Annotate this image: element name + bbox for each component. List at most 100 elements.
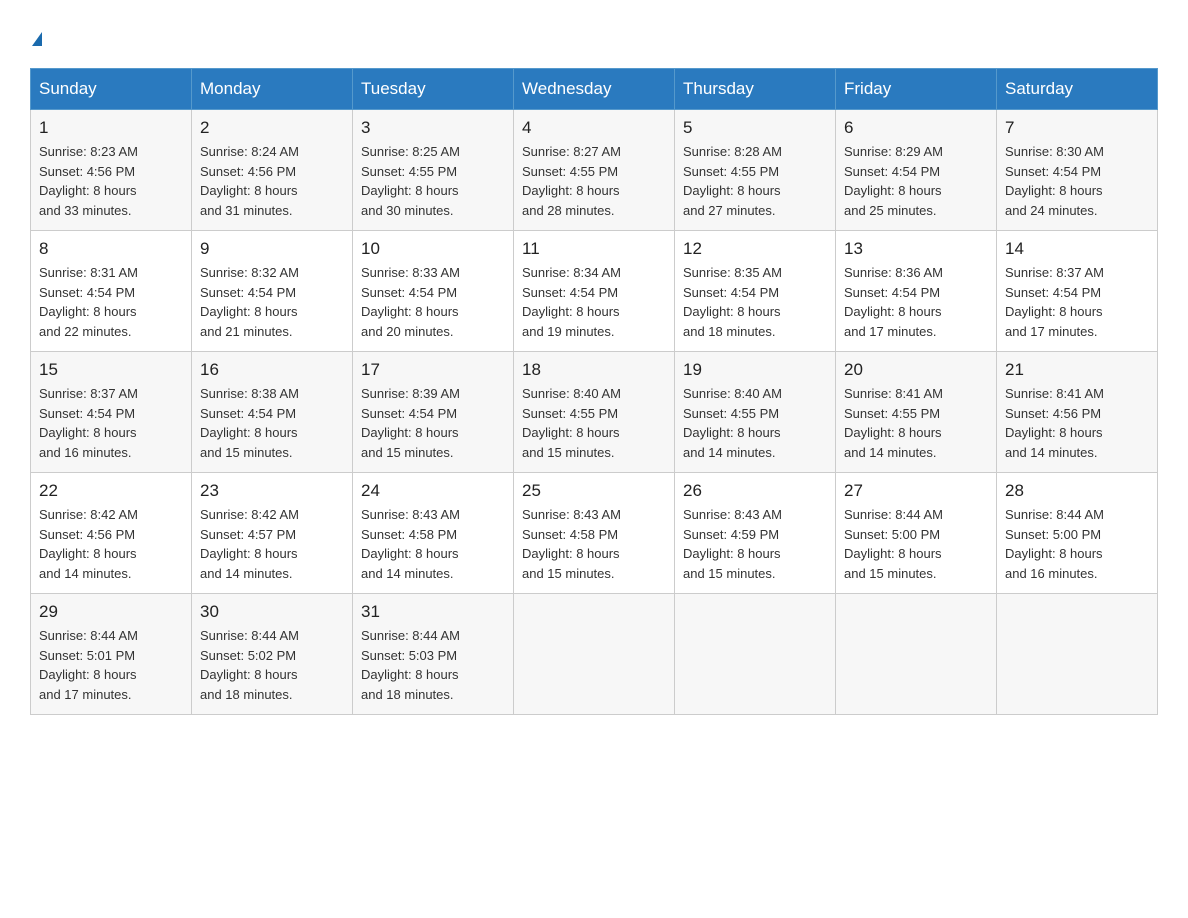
calendar-cell: 11 Sunrise: 8:34 AM Sunset: 4:54 PM Dayl…	[514, 231, 675, 352]
day-info: Sunrise: 8:33 AM Sunset: 4:54 PM Dayligh…	[361, 263, 505, 341]
day-info: Sunrise: 8:43 AM Sunset: 4:58 PM Dayligh…	[522, 505, 666, 583]
calendar-cell: 4 Sunrise: 8:27 AM Sunset: 4:55 PM Dayli…	[514, 110, 675, 231]
day-number: 28	[1005, 481, 1149, 501]
calendar-cell: 26 Sunrise: 8:43 AM Sunset: 4:59 PM Dayl…	[675, 473, 836, 594]
day-number: 13	[844, 239, 988, 259]
day-info: Sunrise: 8:40 AM Sunset: 4:55 PM Dayligh…	[683, 384, 827, 462]
day-info: Sunrise: 8:44 AM Sunset: 5:01 PM Dayligh…	[39, 626, 183, 704]
calendar-cell: 24 Sunrise: 8:43 AM Sunset: 4:58 PM Dayl…	[353, 473, 514, 594]
day-info: Sunrise: 8:43 AM Sunset: 4:58 PM Dayligh…	[361, 505, 505, 583]
day-info: Sunrise: 8:30 AM Sunset: 4:54 PM Dayligh…	[1005, 142, 1149, 220]
day-number: 10	[361, 239, 505, 259]
calendar-table: SundayMondayTuesdayWednesdayThursdayFrid…	[30, 68, 1158, 715]
day-number: 18	[522, 360, 666, 380]
day-number: 5	[683, 118, 827, 138]
calendar-cell: 9 Sunrise: 8:32 AM Sunset: 4:54 PM Dayli…	[192, 231, 353, 352]
logo	[30, 20, 42, 48]
day-number: 19	[683, 360, 827, 380]
day-number: 29	[39, 602, 183, 622]
calendar-cell: 13 Sunrise: 8:36 AM Sunset: 4:54 PM Dayl…	[836, 231, 997, 352]
calendar-cell	[514, 594, 675, 715]
calendar-cell: 3 Sunrise: 8:25 AM Sunset: 4:55 PM Dayli…	[353, 110, 514, 231]
calendar-cell: 1 Sunrise: 8:23 AM Sunset: 4:56 PM Dayli…	[31, 110, 192, 231]
week-row-3: 15 Sunrise: 8:37 AM Sunset: 4:54 PM Dayl…	[31, 352, 1158, 473]
day-info: Sunrise: 8:42 AM Sunset: 4:56 PM Dayligh…	[39, 505, 183, 583]
header-thursday: Thursday	[675, 69, 836, 110]
calendar-cell: 22 Sunrise: 8:42 AM Sunset: 4:56 PM Dayl…	[31, 473, 192, 594]
day-number: 23	[200, 481, 344, 501]
day-number: 21	[1005, 360, 1149, 380]
calendar-cell	[836, 594, 997, 715]
calendar-cell: 18 Sunrise: 8:40 AM Sunset: 4:55 PM Dayl…	[514, 352, 675, 473]
day-info: Sunrise: 8:37 AM Sunset: 4:54 PM Dayligh…	[1005, 263, 1149, 341]
header-sunday: Sunday	[31, 69, 192, 110]
day-info: Sunrise: 8:42 AM Sunset: 4:57 PM Dayligh…	[200, 505, 344, 583]
day-info: Sunrise: 8:44 AM Sunset: 5:00 PM Dayligh…	[1005, 505, 1149, 583]
day-info: Sunrise: 8:35 AM Sunset: 4:54 PM Dayligh…	[683, 263, 827, 341]
day-number: 11	[522, 239, 666, 259]
day-number: 25	[522, 481, 666, 501]
logo-top	[30, 20, 42, 48]
calendar-cell: 6 Sunrise: 8:29 AM Sunset: 4:54 PM Dayli…	[836, 110, 997, 231]
header-tuesday: Tuesday	[353, 69, 514, 110]
day-number: 9	[200, 239, 344, 259]
week-row-2: 8 Sunrise: 8:31 AM Sunset: 4:54 PM Dayli…	[31, 231, 1158, 352]
calendar-cell: 16 Sunrise: 8:38 AM Sunset: 4:54 PM Dayl…	[192, 352, 353, 473]
day-info: Sunrise: 8:44 AM Sunset: 5:02 PM Dayligh…	[200, 626, 344, 704]
day-number: 4	[522, 118, 666, 138]
header-wednesday: Wednesday	[514, 69, 675, 110]
day-number: 16	[200, 360, 344, 380]
day-info: Sunrise: 8:44 AM Sunset: 5:03 PM Dayligh…	[361, 626, 505, 704]
calendar-cell	[997, 594, 1158, 715]
week-row-1: 1 Sunrise: 8:23 AM Sunset: 4:56 PM Dayli…	[31, 110, 1158, 231]
day-number: 3	[361, 118, 505, 138]
calendar-cell: 19 Sunrise: 8:40 AM Sunset: 4:55 PM Dayl…	[675, 352, 836, 473]
day-info: Sunrise: 8:40 AM Sunset: 4:55 PM Dayligh…	[522, 384, 666, 462]
day-info: Sunrise: 8:29 AM Sunset: 4:54 PM Dayligh…	[844, 142, 988, 220]
calendar-cell: 25 Sunrise: 8:43 AM Sunset: 4:58 PM Dayl…	[514, 473, 675, 594]
day-number: 22	[39, 481, 183, 501]
calendar-cell: 28 Sunrise: 8:44 AM Sunset: 5:00 PM Dayl…	[997, 473, 1158, 594]
day-number: 26	[683, 481, 827, 501]
calendar-cell: 12 Sunrise: 8:35 AM Sunset: 4:54 PM Dayl…	[675, 231, 836, 352]
calendar-cell: 20 Sunrise: 8:41 AM Sunset: 4:55 PM Dayl…	[836, 352, 997, 473]
day-number: 15	[39, 360, 183, 380]
day-info: Sunrise: 8:34 AM Sunset: 4:54 PM Dayligh…	[522, 263, 666, 341]
day-number: 2	[200, 118, 344, 138]
calendar-cell: 2 Sunrise: 8:24 AM Sunset: 4:56 PM Dayli…	[192, 110, 353, 231]
week-row-5: 29 Sunrise: 8:44 AM Sunset: 5:01 PM Dayl…	[31, 594, 1158, 715]
day-number: 7	[1005, 118, 1149, 138]
week-row-4: 22 Sunrise: 8:42 AM Sunset: 4:56 PM Dayl…	[31, 473, 1158, 594]
day-info: Sunrise: 8:31 AM Sunset: 4:54 PM Dayligh…	[39, 263, 183, 341]
day-info: Sunrise: 8:41 AM Sunset: 4:55 PM Dayligh…	[844, 384, 988, 462]
day-info: Sunrise: 8:37 AM Sunset: 4:54 PM Dayligh…	[39, 384, 183, 462]
day-info: Sunrise: 8:44 AM Sunset: 5:00 PM Dayligh…	[844, 505, 988, 583]
calendar-cell: 14 Sunrise: 8:37 AM Sunset: 4:54 PM Dayl…	[997, 231, 1158, 352]
day-number: 30	[200, 602, 344, 622]
calendar-cell: 31 Sunrise: 8:44 AM Sunset: 5:03 PM Dayl…	[353, 594, 514, 715]
day-info: Sunrise: 8:41 AM Sunset: 4:56 PM Dayligh…	[1005, 384, 1149, 462]
calendar-cell: 7 Sunrise: 8:30 AM Sunset: 4:54 PM Dayli…	[997, 110, 1158, 231]
day-info: Sunrise: 8:28 AM Sunset: 4:55 PM Dayligh…	[683, 142, 827, 220]
day-info: Sunrise: 8:36 AM Sunset: 4:54 PM Dayligh…	[844, 263, 988, 341]
day-info: Sunrise: 8:39 AM Sunset: 4:54 PM Dayligh…	[361, 384, 505, 462]
calendar-cell: 10 Sunrise: 8:33 AM Sunset: 4:54 PM Dayl…	[353, 231, 514, 352]
header-saturday: Saturday	[997, 69, 1158, 110]
day-number: 17	[361, 360, 505, 380]
day-info: Sunrise: 8:24 AM Sunset: 4:56 PM Dayligh…	[200, 142, 344, 220]
day-info: Sunrise: 8:23 AM Sunset: 4:56 PM Dayligh…	[39, 142, 183, 220]
calendar-cell: 8 Sunrise: 8:31 AM Sunset: 4:54 PM Dayli…	[31, 231, 192, 352]
calendar-cell: 27 Sunrise: 8:44 AM Sunset: 5:00 PM Dayl…	[836, 473, 997, 594]
day-number: 24	[361, 481, 505, 501]
header-monday: Monday	[192, 69, 353, 110]
page-header	[30, 20, 1158, 48]
logo-triangle-icon	[32, 32, 42, 46]
day-info: Sunrise: 8:25 AM Sunset: 4:55 PM Dayligh…	[361, 142, 505, 220]
day-info: Sunrise: 8:43 AM Sunset: 4:59 PM Dayligh…	[683, 505, 827, 583]
day-number: 1	[39, 118, 183, 138]
day-info: Sunrise: 8:38 AM Sunset: 4:54 PM Dayligh…	[200, 384, 344, 462]
day-info: Sunrise: 8:27 AM Sunset: 4:55 PM Dayligh…	[522, 142, 666, 220]
header-friday: Friday	[836, 69, 997, 110]
day-number: 6	[844, 118, 988, 138]
calendar-cell: 23 Sunrise: 8:42 AM Sunset: 4:57 PM Dayl…	[192, 473, 353, 594]
